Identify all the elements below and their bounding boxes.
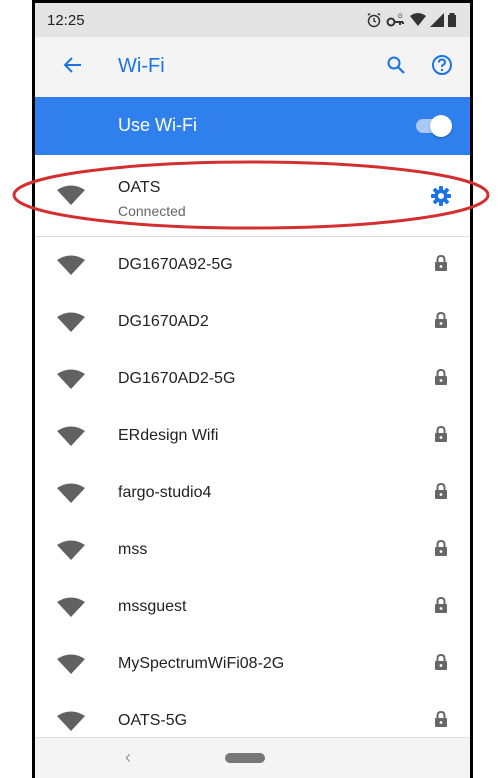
status-bar: 12:25 G — [35, 3, 470, 37]
lock-icon — [434, 596, 448, 619]
help-circle-icon — [431, 54, 453, 81]
search-button[interactable] — [380, 51, 412, 83]
wifi-signal-icon — [57, 312, 85, 337]
network-name: DG1670AD2 — [118, 313, 209, 330]
wifi-toggle[interactable] — [414, 114, 452, 137]
network-name: DG1670AD2-5G — [118, 370, 236, 387]
wifi-signal-icon — [57, 185, 85, 210]
cell-signal-icon — [430, 13, 444, 27]
network-list: OATS Connected DG1670A92-5G DG1670AD2 DG… — [35, 155, 470, 750]
lock-icon — [434, 311, 448, 334]
svg-text:G: G — [398, 14, 403, 20]
use-wifi-bar[interactable]: Use Wi-Fi — [35, 97, 470, 155]
gear-icon[interactable] — [430, 185, 452, 212]
back-button[interactable] — [57, 51, 89, 83]
use-wifi-label: Use Wi-Fi — [118, 115, 197, 135]
toggle-thumb — [430, 115, 452, 137]
lock-icon — [434, 368, 448, 391]
network-row[interactable]: mss — [35, 522, 470, 579]
network-row[interactable]: mssguest — [35, 579, 470, 636]
network-row[interactable]: fargo-studio4 — [35, 465, 470, 522]
lock-icon — [434, 482, 448, 505]
network-name: mss — [118, 541, 148, 558]
status-time: 12:25 — [47, 11, 85, 29]
vpn-key-icon: G — [386, 12, 406, 28]
home-pill-icon[interactable] — [225, 753, 265, 763]
search-icon — [386, 55, 406, 80]
lock-icon — [434, 254, 448, 277]
help-button[interactable] — [426, 51, 458, 83]
network-row[interactable]: DG1670A92-5G — [35, 237, 470, 294]
alarm-icon — [366, 12, 382, 28]
network-row[interactable]: ERdesign Wifi — [35, 408, 470, 465]
lock-icon — [434, 710, 448, 733]
arrow-left-icon — [63, 55, 83, 80]
network-name: fargo-studio4 — [118, 484, 212, 501]
phone-screen: 12:25 G Wi-Fi Use Wi-Fi OATS Connected D… — [32, 0, 473, 778]
network-row[interactable]: DG1670AD2-5G — [35, 351, 470, 408]
network-name: ERdesign Wifi — [118, 427, 219, 444]
network-name: MySpectrumWiFi08-2G — [118, 655, 285, 672]
network-name: OATS — [118, 179, 161, 196]
wifi-signal-icon — [57, 426, 85, 451]
page-title: Wi-Fi — [118, 55, 165, 77]
lock-icon — [434, 539, 448, 562]
wifi-signal-icon — [57, 540, 85, 565]
wifi-signal-icon — [57, 711, 85, 736]
lock-icon — [434, 425, 448, 448]
wifi-signal-icon — [57, 369, 85, 394]
network-name: OATS-5G — [118, 712, 188, 729]
network-status: Connected — [118, 203, 186, 219]
lock-icon — [434, 653, 448, 676]
app-bar: Wi-Fi — [35, 37, 470, 97]
wifi-signal-icon — [57, 255, 85, 280]
wifi-signal-icon — [57, 483, 85, 508]
network-row[interactable]: DG1670AD2 — [35, 294, 470, 351]
network-row[interactable]: MySpectrumWiFi08-2G — [35, 636, 470, 693]
available-networks: DG1670A92-5G DG1670AD2 DG1670AD2-5G ERdesig… — [35, 237, 470, 750]
battery-icon — [448, 13, 456, 27]
nav-back-button[interactable]: ‹ — [125, 747, 131, 768]
wifi-signal-icon — [57, 597, 85, 622]
wifi-signal-icon — [57, 654, 85, 679]
network-name: DG1670A92-5G — [118, 256, 233, 273]
connected-network-row[interactable]: OATS Connected — [35, 155, 470, 237]
network-name: mssguest — [118, 598, 187, 615]
status-icons: G — [366, 12, 456, 28]
navigation-bar: ‹ — [35, 737, 470, 778]
wifi-signal-icon — [410, 13, 426, 27]
